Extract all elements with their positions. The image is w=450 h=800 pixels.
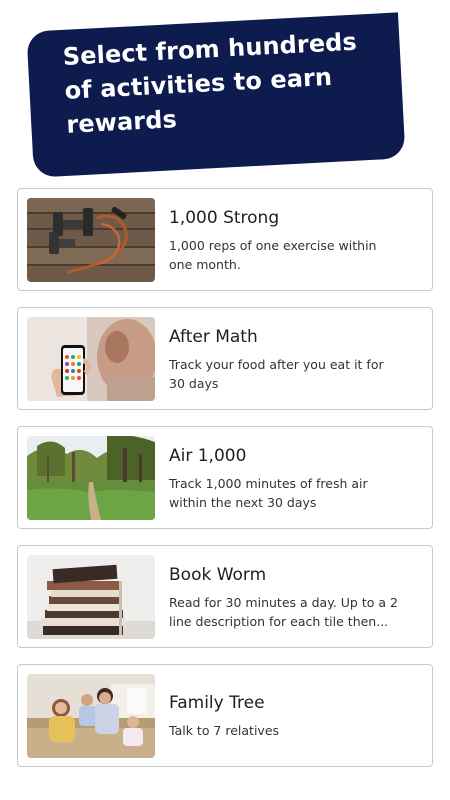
activity-description: Track your food after you eat it for 30 …	[169, 356, 384, 391]
activity-card-air-1000[interactable]: Air 1,000 Track 1,000 minutes of fresh a…	[17, 426, 433, 529]
activity-description: Talk to 7 relatives	[169, 723, 280, 738]
activity-title: 1,000 Strong	[169, 207, 280, 228]
activity-title: Air 1,000	[169, 445, 247, 466]
activity-card-1000-strong[interactable]: 1,000 Strong 1,000 reps of one exercise …	[17, 188, 433, 291]
activity-title: Book Worm	[169, 564, 267, 585]
activity-description: 1,000 reps of one exercise within one mo…	[169, 237, 377, 272]
activity-description: Read for 30 minutes a day. Up to a 2 lin…	[169, 594, 398, 629]
activity-card-after-math[interactable]: After Math Track your food after you eat…	[17, 307, 433, 410]
activity-card-book-worm[interactable]: Book Worm Read for 30 minutes a day. Up …	[17, 545, 433, 648]
headline-text: Select from hundreds of activities to ea…	[62, 23, 397, 142]
dumbbells-rope-photo	[27, 197, 155, 282]
activity-title: After Math	[169, 326, 258, 347]
activity-list: 1,000 Strong 1,000 reps of one exercise …	[17, 188, 433, 783]
family-photo	[27, 673, 155, 758]
book-stack-photo	[27, 554, 155, 639]
forest-path-photo	[27, 435, 155, 520]
activity-description: Track 1,000 minutes of fresh air within …	[169, 475, 368, 510]
screen: Select from hundreds of activities to ea…	[0, 0, 450, 800]
phone-food-app-photo	[27, 316, 155, 401]
activity-title: Family Tree	[169, 693, 265, 713]
activity-card-family-tree[interactable]: Family Tree Talk to 7 relatives	[17, 664, 433, 767]
